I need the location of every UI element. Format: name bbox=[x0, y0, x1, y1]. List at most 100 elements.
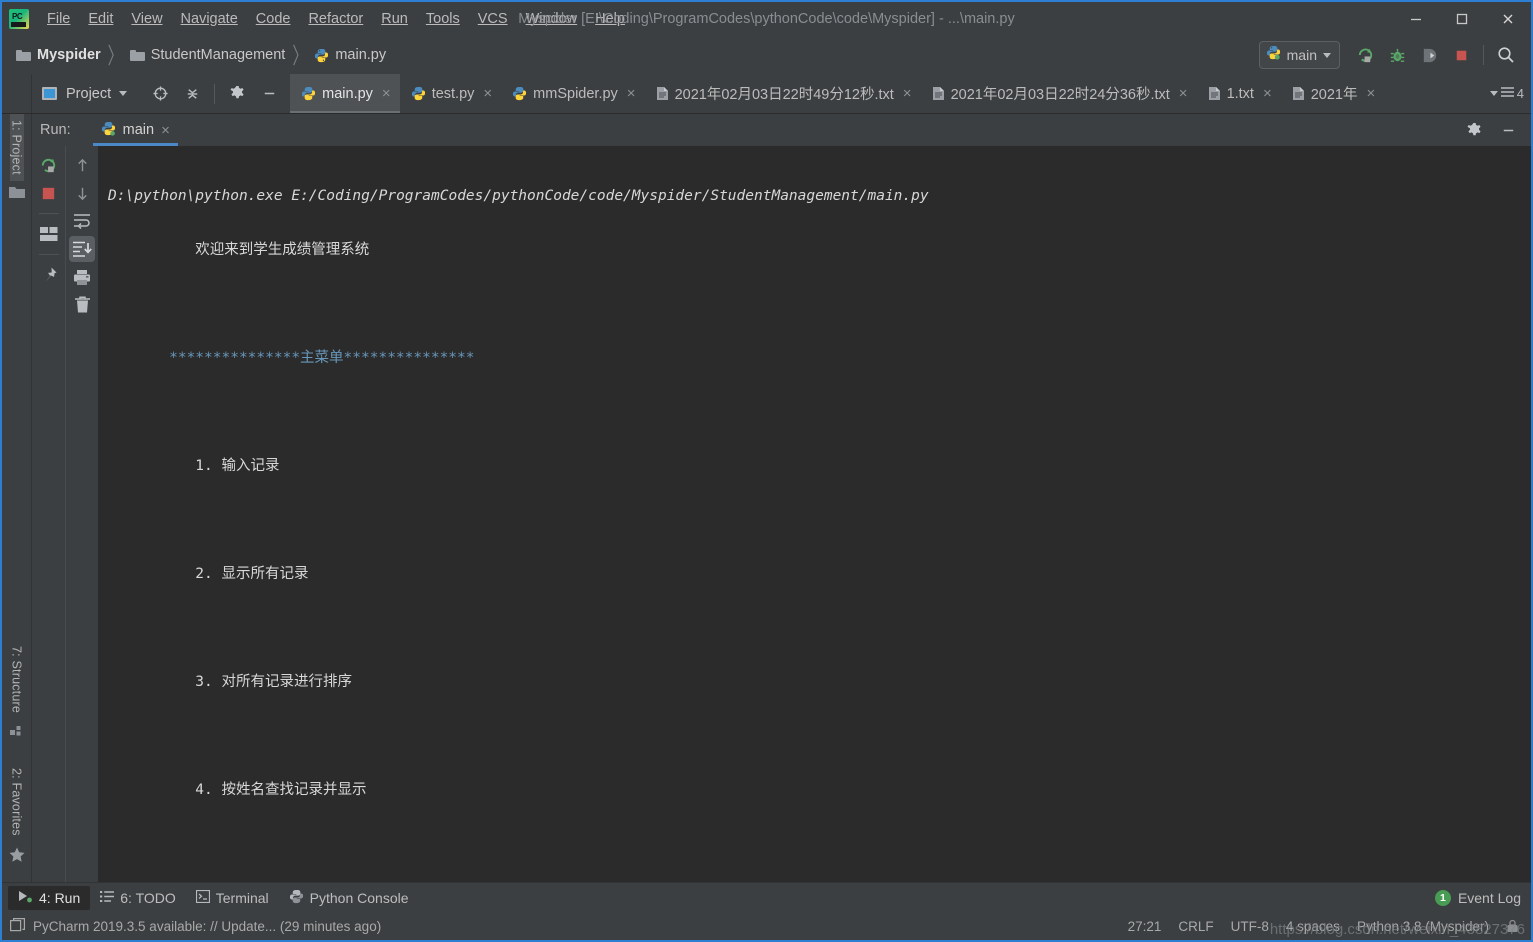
project-panel-icon bbox=[42, 87, 57, 100]
editor-tab-mmspider-py[interactable]: mmSpider.py × bbox=[501, 74, 644, 113]
editor-tabs-bar: Project main.py × test.py × mmSpider.py … bbox=[2, 74, 1531, 114]
sidebar-item-structure[interactable]: 7: Structure bbox=[10, 640, 24, 719]
debug-button[interactable] bbox=[1382, 41, 1412, 69]
navigation-bar: Myspider 〉 StudentManagement 〉 main.py m… bbox=[2, 36, 1531, 74]
caret-position[interactable]: 27:21 bbox=[1128, 919, 1162, 934]
bottom-tab-run[interactable]: 4: Run bbox=[8, 885, 91, 910]
run-toolbar-right bbox=[65, 146, 98, 882]
menu-window[interactable]: Window bbox=[517, 7, 587, 31]
left-strip-spacer bbox=[2, 74, 32, 113]
menu-code-label: Code bbox=[255, 11, 291, 27]
left-tool-strip-bottom: 7: Structure 2: Favorites bbox=[9, 640, 25, 882]
file-encoding[interactable]: UTF-8 bbox=[1231, 919, 1269, 934]
sidebar-item-project[interactable]: 1: Project bbox=[9, 114, 24, 181]
event-log-button[interactable]: 1 Event Log bbox=[1434, 889, 1531, 906]
line-separator[interactable]: CRLF bbox=[1178, 919, 1213, 934]
chevron-down-icon[interactable] bbox=[119, 91, 128, 96]
stop-button[interactable] bbox=[36, 180, 62, 206]
editor-tab-close-icon[interactable]: × bbox=[1367, 86, 1376, 101]
maximize-button[interactable] bbox=[1439, 2, 1485, 36]
breadcrumb-label-mainpy: main.py bbox=[335, 47, 387, 63]
breadcrumb-item-studentmanagement[interactable]: StudentManagement bbox=[129, 47, 285, 63]
sidebar-item-favorites[interactable]: 2: Favorites bbox=[10, 762, 24, 842]
console-output[interactable]: D:\python\python.exe E:/Coding/ProgramCo… bbox=[98, 146, 1531, 882]
left-tool-strip: 1: Project 7: Structure 2: Favorites bbox=[2, 114, 32, 882]
editor-tab-test-py[interactable]: test.py × bbox=[400, 74, 501, 113]
project-settings-button[interactable] bbox=[222, 80, 252, 108]
breadcrumb-item-myspider[interactable]: Myspider bbox=[16, 47, 101, 63]
bottom-tab-python-console[interactable]: Python Console bbox=[279, 885, 419, 911]
breadcrumb-item-mainpy[interactable]: main.py bbox=[314, 47, 386, 63]
minimize-button[interactable] bbox=[1393, 2, 1439, 36]
pin-button[interactable] bbox=[36, 262, 62, 288]
status-bar-message[interactable]: PyCharm 2019.3.5 available: // Update...… bbox=[33, 919, 381, 934]
rerun-button[interactable] bbox=[36, 152, 62, 178]
layout-settings-button[interactable] bbox=[36, 221, 62, 247]
editor-tab-txt-1[interactable]: 2021年02月03日22时49分12秒.txt × bbox=[645, 74, 921, 113]
close-button[interactable] bbox=[1485, 2, 1531, 36]
editor-tab-2021[interactable]: 2021年 × bbox=[1281, 74, 1385, 113]
editor-tab-close-icon[interactable]: × bbox=[1263, 86, 1272, 101]
bottom-tool-tabs: 4: Run 6: TODO Terminal Python Console 1… bbox=[2, 882, 1531, 912]
run-tab-close-icon[interactable]: × bbox=[161, 123, 170, 138]
run-coverage-button[interactable] bbox=[1414, 41, 1444, 69]
run-window-settings-button[interactable] bbox=[1459, 116, 1489, 144]
print-button[interactable] bbox=[69, 264, 95, 290]
editor-tab-main-py[interactable]: main.py × bbox=[290, 74, 400, 113]
select-opened-file-button[interactable] bbox=[145, 80, 175, 108]
collapse-all-button[interactable] bbox=[177, 80, 207, 108]
menu-run[interactable]: Run bbox=[372, 7, 417, 31]
indent-setting[interactable]: 4 spaces bbox=[1286, 919, 1340, 934]
run-button[interactable] bbox=[1350, 41, 1380, 69]
run-tab-main[interactable]: main × bbox=[92, 114, 179, 146]
editor-tab-label: 2021年02月03日22时24分36秒.txt bbox=[950, 87, 1170, 103]
menu-tools-label: Tools bbox=[425, 11, 460, 27]
menu-file[interactable]: File bbox=[38, 7, 79, 31]
menu-help-label: Help bbox=[595, 11, 625, 27]
title-bar: File Edit View Navigate Code Refactor Ru… bbox=[2, 2, 1531, 36]
editor-tab-close-icon[interactable]: × bbox=[1179, 86, 1188, 101]
run-window-hide-button[interactable] bbox=[1493, 116, 1523, 144]
menu-view-label: View bbox=[131, 11, 163, 27]
menu-help[interactable]: Help bbox=[586, 7, 634, 31]
breadcrumb-label-myspider: Myspider bbox=[37, 47, 101, 63]
stop-button[interactable] bbox=[1446, 41, 1476, 69]
editor-tab-close-icon[interactable]: × bbox=[483, 86, 492, 101]
console-menu-header: ***************主菜单*************** bbox=[108, 350, 475, 366]
python-interpreter[interactable]: Python 3.8 (Myspider) bbox=[1357, 919, 1489, 934]
text-file-icon bbox=[1292, 86, 1305, 101]
soft-wrap-button[interactable] bbox=[69, 208, 95, 234]
menu-bar: File Edit View Navigate Code Refactor Ru… bbox=[38, 2, 634, 36]
console-command-line: D:\python\python.exe E:/Coding/ProgramCo… bbox=[108, 188, 929, 204]
python-file-icon bbox=[314, 48, 329, 63]
editor-tab-close-icon[interactable]: × bbox=[903, 86, 912, 101]
menu-tools[interactable]: Tools bbox=[417, 7, 469, 31]
editor-tabs-overflow-button[interactable]: 4 bbox=[1483, 74, 1531, 113]
event-log-label: Event Log bbox=[1457, 889, 1521, 906]
editor-tab-close-icon[interactable]: × bbox=[627, 86, 636, 101]
menu-code[interactable]: Code bbox=[247, 7, 300, 31]
menu-navigate[interactable]: Navigate bbox=[172, 7, 247, 31]
menu-vcs[interactable]: VCS bbox=[469, 7, 517, 31]
editor-tab-txt-2[interactable]: 2021年02月03日22时24分36秒.txt × bbox=[921, 74, 1197, 113]
status-bar-right: 27:21 CRLF UTF-8 4 spaces Python 3.8 (My… bbox=[1128, 919, 1523, 934]
bottom-tab-terminal[interactable]: Terminal bbox=[186, 886, 279, 910]
hide-panel-button[interactable] bbox=[254, 80, 284, 108]
next-occurrence-button[interactable] bbox=[69, 180, 95, 206]
run-configuration-selector[interactable]: main bbox=[1258, 41, 1340, 69]
editor-tab-close-icon[interactable]: × bbox=[382, 86, 391, 101]
menu-edit[interactable]: Edit bbox=[79, 7, 122, 31]
breadcrumb-separator: 〉 bbox=[107, 43, 123, 70]
previous-occurrence-button[interactable] bbox=[69, 152, 95, 178]
bottom-tab-todo[interactable]: 6: TODO bbox=[90, 886, 186, 910]
lock-icon[interactable] bbox=[1506, 919, 1519, 933]
scroll-to-end-button[interactable] bbox=[69, 236, 95, 262]
editor-tab-1-txt[interactable]: 1.txt × bbox=[1197, 74, 1281, 113]
search-everywhere-button[interactable] bbox=[1491, 41, 1521, 69]
clear-all-button[interactable] bbox=[69, 292, 95, 318]
menu-refactor[interactable]: Refactor bbox=[299, 7, 372, 31]
menu-view[interactable]: View bbox=[122, 7, 171, 31]
menu-run-label: Run bbox=[381, 11, 408, 27]
